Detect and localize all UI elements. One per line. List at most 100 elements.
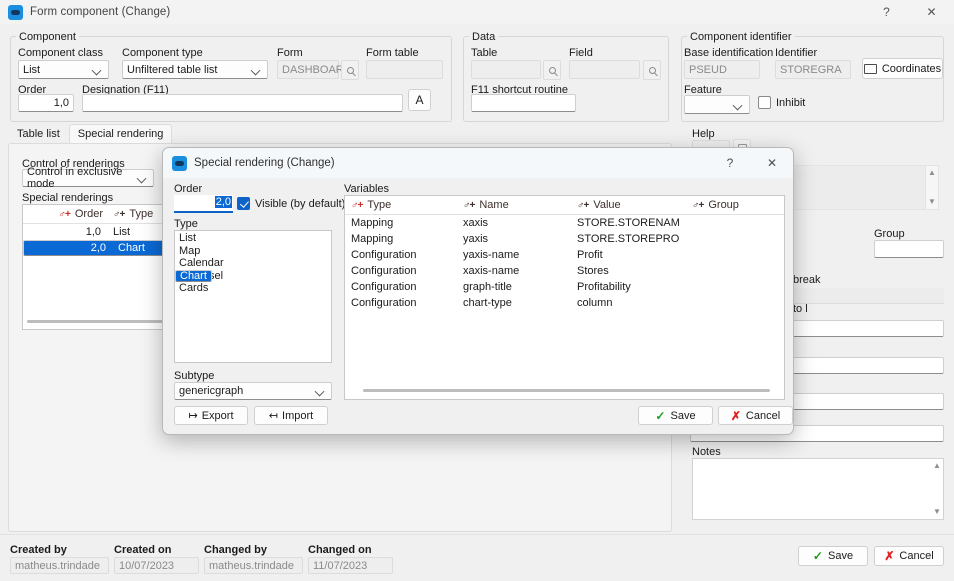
tab-strip: Table list Special rendering [8,124,173,144]
cell-type: Mapping [351,233,394,245]
visible-by-default-checkbox[interactable]: Visible (by default) [237,197,345,210]
export-button[interactable]: ↦ Export [174,406,248,425]
designation-field[interactable] [82,94,403,112]
listbox-item[interactable]: List [175,232,331,245]
form-field: DASHBOAR [277,60,344,79]
cell-order: 2,0 [90,242,106,254]
created-on-field: 10/07/2023 [114,557,199,574]
coordinates-button[interactable]: Coordinates [862,58,943,79]
table-row[interactable]: Mapping xaxis STORE.STORENAM [345,215,784,231]
import-label: Import [282,409,314,422]
import-button[interactable]: ↤ Import [254,406,328,425]
tab-table-list[interactable]: Table list [8,124,69,144]
listbox-item[interactable]: Calendar [175,257,331,270]
type-listbox[interactable]: List Map Calendar Chart Carousel Cards [174,230,332,363]
sort-icon: ♂+ [113,208,125,220]
cell-value: Stores [577,265,609,277]
window-controls: ? ✕ [864,0,954,24]
import-icon: ↤ [268,410,279,422]
table-row[interactable]: Configuration chart-type column [345,295,784,311]
scroll-down-icon[interactable]: ▼ [933,508,941,516]
dialog-save-label: Save [670,409,696,422]
coordinates-icon [863,63,877,74]
app-icon [8,4,23,20]
translate-icon: A [415,93,424,107]
dialog-cancel-label: Cancel [745,409,781,422]
data-group-title: Data [469,31,499,43]
window-help-button[interactable]: ? [864,0,909,24]
grid-header: ♂+ Type ♂+ Name ♂+ Value ♂+ Group [345,196,784,215]
tab-special-rendering[interactable]: Special rendering [68,124,173,144]
table-row[interactable]: Mapping yaxis STORE.STOREPRO [345,231,784,247]
magnifier-icon [548,66,556,74]
help-label: Help [692,128,715,140]
scroll-up-icon[interactable]: ▲ [933,462,941,470]
notes-textarea[interactable] [692,458,944,520]
changed-by-field: matheus.trindade [204,557,303,574]
cell-name: yaxis-name [463,249,520,261]
break-label: break [793,274,821,286]
listbox-item[interactable]: Cards [175,282,331,295]
dialog-help-button[interactable]: ? [709,148,751,178]
cell-name: yaxis [463,233,489,245]
group-field[interactable] [874,240,944,258]
dialog-cancel-button[interactable]: ✗ Cancel [718,406,793,425]
dialog-titlebar: Special rendering (Change) ? ✕ [163,148,793,178]
chevron-down-icon [91,65,102,75]
component-class-select[interactable]: List [18,60,109,79]
cell-name: xaxis-name [463,265,520,277]
control-of-renderings-select[interactable]: Control in exclusive mode [22,166,154,190]
variables-horizontal-scrollbar[interactable] [363,385,770,395]
chevron-down-icon [314,386,325,397]
footer-save-button[interactable]: ✓ Save [798,546,868,566]
special-renderings-label: Special renderings [22,192,114,204]
sort-icon: ♂+ [463,199,475,211]
dialog-order-value: 2,0 [214,196,232,208]
order-field[interactable]: 1,0 [18,94,74,112]
feature-select[interactable] [684,95,750,114]
subtype-label: Subtype [174,370,215,382]
table-row[interactable]: Configuration xaxis-name Stores [345,263,784,279]
component-type-select[interactable]: Unfiltered table list [122,60,268,79]
listbox-item-selected[interactable]: Chart [175,269,212,283]
cell-value: column [577,297,613,309]
base-identification-field: PSEUD [684,60,760,79]
inhibit-checkbox[interactable]: Inhibit [758,96,805,109]
scroll-down-icon[interactable]: ▼ [928,198,936,206]
notes-label: Notes [692,446,721,458]
window-close-button[interactable]: ✕ [909,0,954,24]
table-label: Table [471,47,498,59]
listbox-item[interactable]: Map [175,245,331,258]
dialog-save-button[interactable]: ✓ Save [638,406,713,425]
table-lookup-button[interactable] [543,60,561,80]
check-icon: ✓ [812,549,823,563]
subtype-select[interactable]: genericgraph [174,382,332,400]
scroll-up-icon[interactable]: ▲ [928,169,936,177]
form-lookup-button[interactable] [341,60,359,80]
dialog-close-button[interactable]: ✕ [751,148,793,178]
table-row[interactable]: Configuration graph-title Profitability [345,279,784,295]
col-name-header: Name [479,199,509,211]
variables-label: Variables [344,183,390,195]
notes-scrollbar[interactable]: ▲ ▼ [930,459,944,519]
group-label: Group [874,228,905,240]
col-group-header: Group [708,199,739,211]
table-row[interactable]: Configuration yaxis-name Profit [345,247,784,263]
variables-grid[interactable]: ♂+ Type ♂+ Name ♂+ Value ♂+ Group Mappin… [344,195,785,400]
field-label: Field [569,47,593,59]
dialog-order-field[interactable]: 2,0 [174,195,233,211]
cell-type: Configuration [351,265,417,277]
designation-translate-button[interactable]: A [408,89,431,111]
f11-routine-field[interactable] [471,94,576,112]
component-type-value: Unfiltered table list [127,63,218,76]
form-label: Form [277,47,303,59]
cross-icon: ✗ [730,408,741,423]
inhibit-label: Inhibit [776,96,806,109]
dialog-order-label: Order [174,183,203,195]
footer-cancel-button[interactable]: ✗ Cancel [874,546,944,566]
component-type-label: Component type [122,47,203,59]
cell-type: Configuration [351,297,417,309]
created-by-field: matheus.trindade [10,557,109,574]
field-lookup-button[interactable] [643,60,661,80]
right-area-scrollbar[interactable]: ▲ ▼ [925,165,939,210]
